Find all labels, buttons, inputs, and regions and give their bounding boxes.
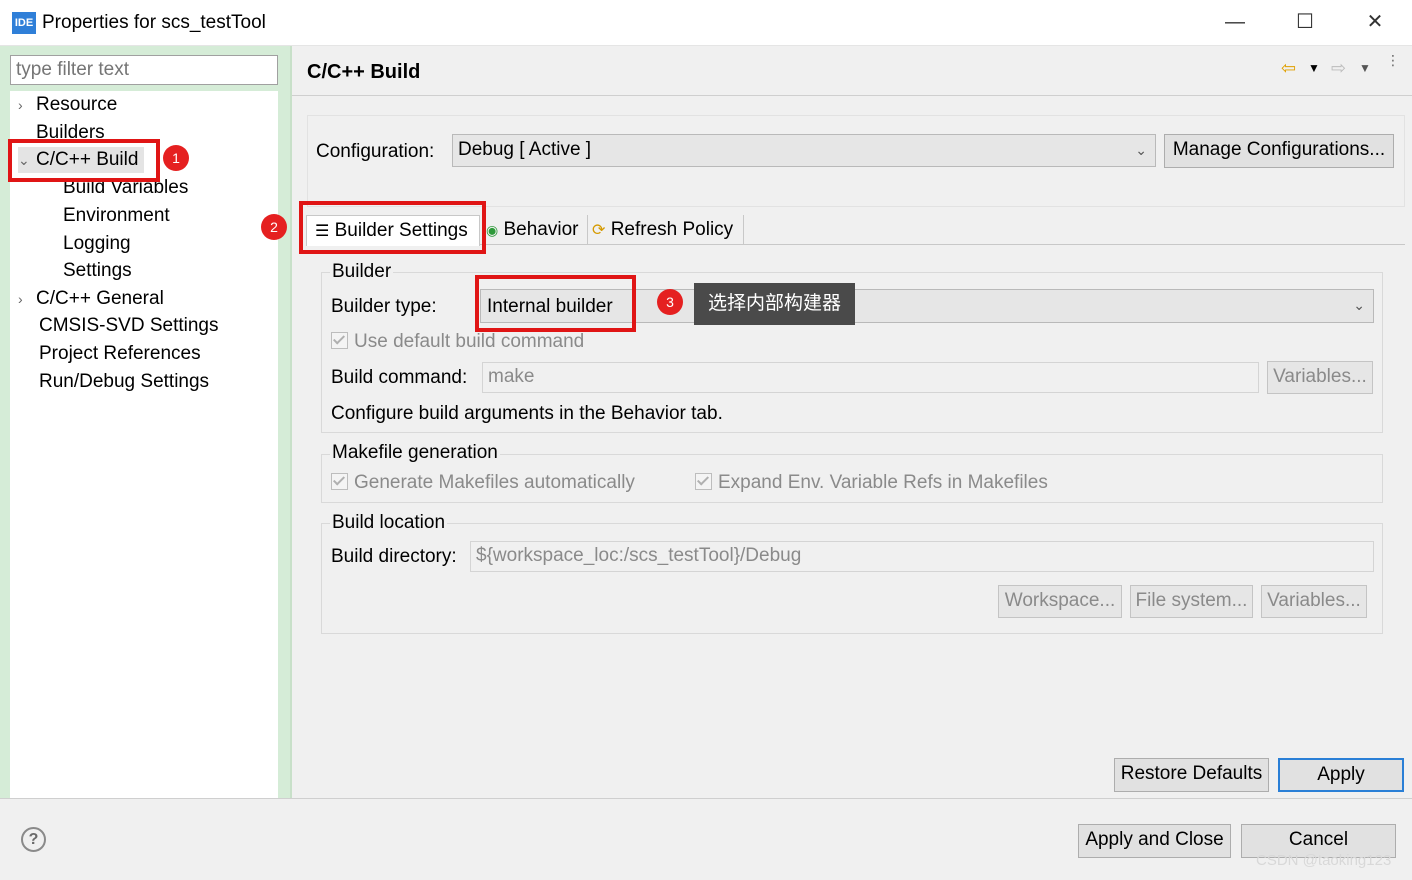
annotation-badge-1: 1 bbox=[163, 145, 189, 171]
apply-button[interactable]: Apply bbox=[1278, 758, 1404, 792]
tree-item-label: Logging bbox=[63, 233, 131, 254]
expand-icon[interactable]: › bbox=[18, 286, 36, 312]
watermark: CSDN @taoking123 bbox=[1256, 852, 1392, 869]
generate-makefiles-checkbox[interactable]: Generate Makefiles automatically bbox=[331, 470, 635, 496]
tree-item-label: CMSIS-SVD Settings bbox=[39, 315, 219, 336]
tree-item-label: Resource bbox=[36, 94, 118, 115]
view-menu-icon[interactable]: ⋮ bbox=[1386, 53, 1400, 67]
panel-divider bbox=[290, 46, 292, 798]
build-location-variables-button[interactable]: Variables... bbox=[1261, 585, 1367, 618]
tree-item-project-references[interactable]: Project References bbox=[39, 341, 201, 367]
build-location-group-title: Build location bbox=[330, 511, 448, 535]
checkbox-icon bbox=[331, 473, 348, 490]
build-command-field[interactable]: make bbox=[482, 362, 1259, 393]
configuration-label: Configuration: bbox=[316, 141, 435, 162]
workspace-button[interactable]: Workspace... bbox=[998, 585, 1122, 618]
use-default-build-command-checkbox[interactable]: Use default build command bbox=[331, 329, 584, 355]
build-directory-field[interactable]: ${workspace_loc:/scs_testTool}/Debug bbox=[470, 541, 1374, 572]
page-header bbox=[292, 46, 1412, 96]
page-title: C/C++ Build bbox=[307, 61, 421, 83]
radio-dot-icon: ◉ bbox=[486, 222, 499, 238]
tree-item-settings[interactable]: Settings bbox=[63, 258, 132, 284]
tree-item-cc-general[interactable]: › C/C++ General bbox=[18, 286, 164, 312]
tree-item-label: Environment bbox=[63, 205, 170, 226]
refresh-icon: ⟳ bbox=[592, 222, 606, 239]
checkbox-label: Use default build command bbox=[354, 331, 585, 352]
footer-divider bbox=[0, 798, 1412, 799]
makefile-group-title: Makefile generation bbox=[330, 441, 500, 465]
annotation-tooltip: 选择内部构建器 bbox=[694, 283, 856, 325]
build-directory-label: Build directory: bbox=[331, 546, 457, 567]
checkbox-icon bbox=[695, 473, 712, 490]
builder-type-label: Builder type: bbox=[331, 296, 437, 317]
expand-icon[interactable]: › bbox=[18, 92, 36, 118]
tree-item-label: C/C++ General bbox=[36, 288, 164, 309]
maximize-button[interactable]: ☐ bbox=[1270, 0, 1340, 44]
configuration-select[interactable]: Debug [ Active ] ⌄ bbox=[452, 134, 1156, 167]
builder-group-title: Builder bbox=[330, 260, 394, 284]
annotation-badge-3: 3 bbox=[657, 289, 683, 315]
tab-behavior[interactable]: ◉ Behavior bbox=[486, 215, 579, 245]
chevron-down-icon: ⌄ bbox=[1135, 142, 1147, 158]
tab-separator bbox=[587, 215, 588, 245]
tree-item-logging[interactable]: Logging bbox=[63, 231, 131, 257]
checkbox-label: Generate Makefiles automatically bbox=[354, 472, 635, 493]
tree-item-label: Run/Debug Settings bbox=[39, 371, 210, 392]
configuration-value: Debug [ Active ] bbox=[458, 139, 592, 160]
annotation-badge-2: 2 bbox=[261, 214, 287, 240]
tree-item-resource[interactable]: › Resource bbox=[18, 92, 117, 118]
highlight-box-1 bbox=[8, 139, 160, 182]
file-system-button[interactable]: File system... bbox=[1130, 585, 1253, 618]
help-icon[interactable]: ? bbox=[21, 827, 46, 852]
manage-configurations-button[interactable]: Manage Configurations... bbox=[1164, 134, 1394, 168]
chevron-down-icon: ⌄ bbox=[1353, 297, 1365, 313]
checkbox-icon bbox=[331, 332, 348, 349]
behavior-hint-text: Configure build arguments in the Behavio… bbox=[331, 403, 723, 424]
tab-separator bbox=[743, 215, 744, 245]
tree-item-label: Project References bbox=[39, 343, 201, 364]
build-command-variables-button[interactable]: Variables... bbox=[1267, 361, 1373, 394]
property-tree: › Resource Builders ⌄ C/C++ Build Build Va… bbox=[10, 91, 278, 798]
highlight-box-2 bbox=[299, 201, 486, 254]
highlight-box-3 bbox=[475, 275, 636, 332]
build-command-label: Build command: bbox=[331, 367, 468, 388]
tree-item-cmsis-svd[interactable]: CMSIS-SVD Settings bbox=[39, 313, 219, 339]
back-arrow-icon[interactable]: ⇦ bbox=[1281, 58, 1301, 78]
filter-input[interactable] bbox=[10, 55, 278, 85]
back-dropdown-icon[interactable]: ▼ bbox=[1308, 58, 1320, 78]
tab-label: Behavior bbox=[503, 219, 579, 240]
checkbox-label: Expand Env. Variable Refs in Makefiles bbox=[718, 472, 1048, 493]
apply-and-close-button[interactable]: Apply and Close bbox=[1078, 824, 1231, 858]
forward-arrow-icon[interactable]: ⇨ bbox=[1331, 58, 1351, 78]
forward-dropdown-icon[interactable]: ▼ bbox=[1359, 58, 1371, 78]
tree-item-label: Settings bbox=[63, 260, 132, 281]
tree-item-run-debug[interactable]: Run/Debug Settings bbox=[39, 369, 209, 395]
restore-defaults-button[interactable]: Restore Defaults bbox=[1114, 758, 1269, 792]
ide-app-icon: IDE bbox=[12, 12, 36, 34]
tree-item-environment[interactable]: Environment bbox=[63, 203, 170, 229]
tab-label: Refresh Policy bbox=[610, 219, 734, 240]
expand-env-refs-checkbox[interactable]: Expand Env. Variable Refs in Makefiles bbox=[695, 470, 1048, 496]
minimize-button[interactable]: — bbox=[1200, 0, 1270, 44]
close-button[interactable]: ✕ bbox=[1340, 0, 1410, 44]
window-title: Properties for scs_testTool bbox=[42, 12, 266, 33]
tab-refresh-policy[interactable]: ⟳ Refresh Policy bbox=[592, 215, 733, 245]
